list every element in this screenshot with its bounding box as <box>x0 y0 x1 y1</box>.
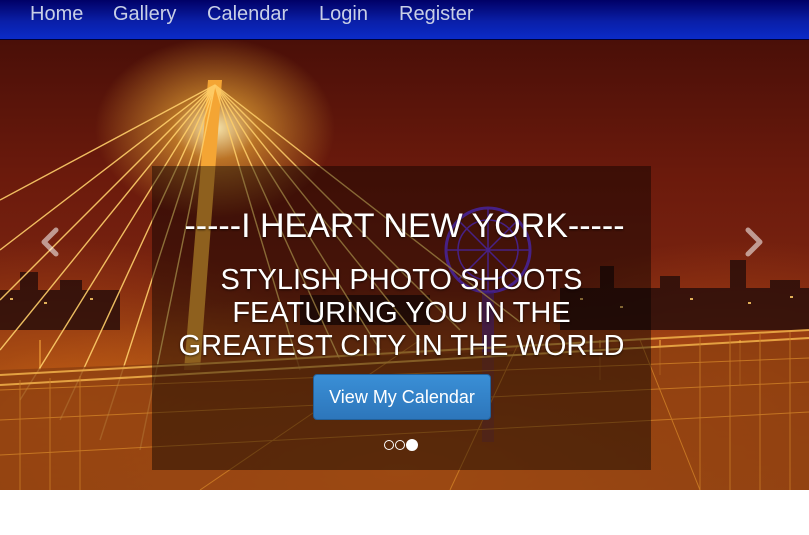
carousel-indicator-1[interactable] <box>384 440 394 450</box>
nav-link-home[interactable]: Home <box>30 2 83 26</box>
carousel-headline: -----I HEART NEW YORK----- <box>184 207 625 245</box>
carousel-prev-button[interactable] <box>34 225 68 259</box>
carousel-indicator-2[interactable] <box>395 440 405 450</box>
carousel-subheadline: STYLISH PHOTO SHOOTS FEATURING YOU IN TH… <box>178 264 625 362</box>
hero-carousel: -----I HEART NEW YORK----- STYLISH PHOTO… <box>0 40 809 490</box>
nav-link-login[interactable]: Login <box>319 2 368 26</box>
carousel-indicators <box>384 439 418 452</box>
view-my-calendar-button[interactable]: View My Calendar <box>313 374 491 420</box>
nav-link-register[interactable]: Register <box>399 2 473 26</box>
top-navbar: Home Gallery Calendar Login Register <box>0 0 809 40</box>
carousel-indicator-3[interactable] <box>406 439 418 451</box>
carousel-next-button[interactable] <box>736 225 770 259</box>
nav-link-gallery[interactable]: Gallery <box>113 2 176 26</box>
nav-link-calendar[interactable]: Calendar <box>207 2 288 26</box>
chevron-left-icon <box>41 227 59 257</box>
chevron-right-icon <box>745 227 763 257</box>
